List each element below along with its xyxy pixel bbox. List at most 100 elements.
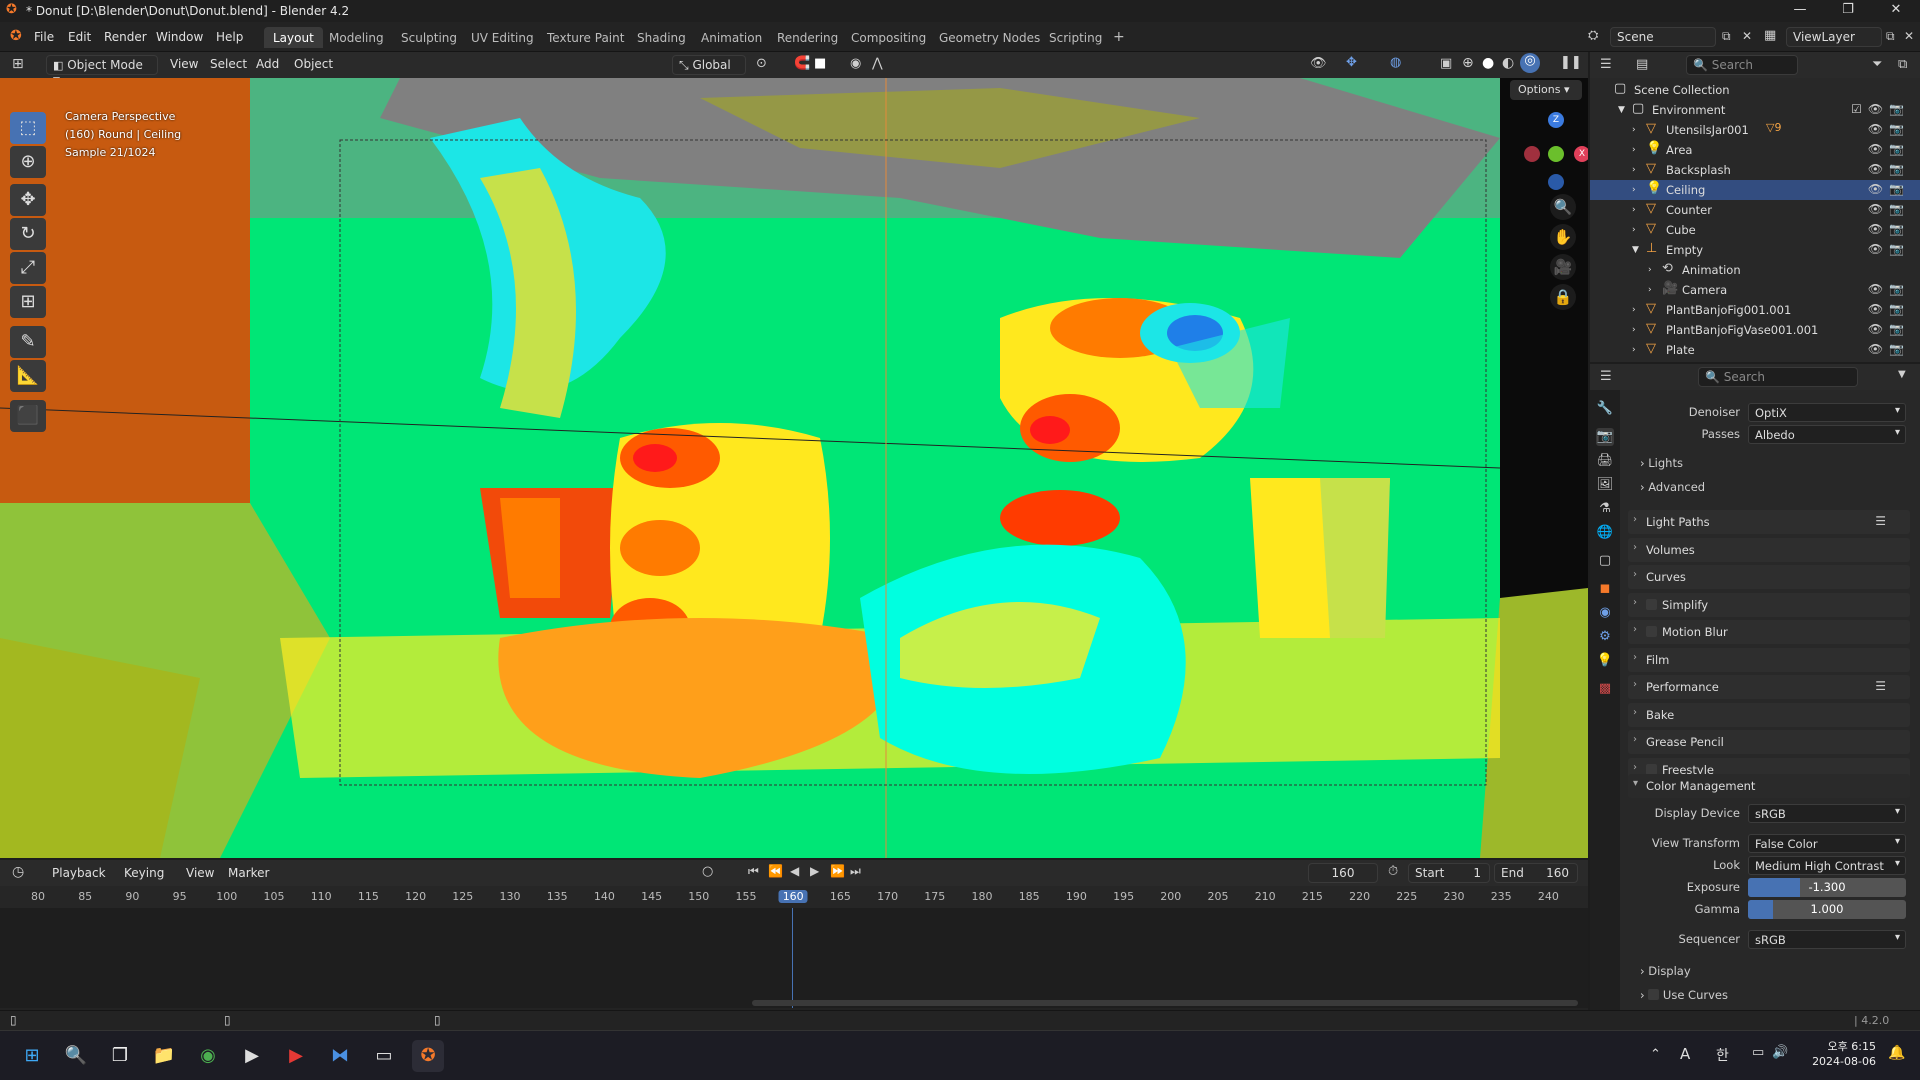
new-scene-icon[interactable]: ⧉ (1722, 29, 1731, 44)
gamma-slider[interactable]: 1.000 (1748, 900, 1906, 919)
add-workspace-button[interactable]: + (1104, 25, 1134, 46)
timeline-menu-marker[interactable]: Marker (228, 866, 269, 880)
shading-solid-icon[interactable]: ● (1482, 55, 1494, 71)
measure-tool[interactable]: 📐 (10, 360, 46, 392)
notification-bell-icon[interactable]: 🔔 (1888, 1045, 1905, 1061)
visibility-toggle-icons[interactable]: 👁📷 (1868, 182, 1910, 196)
outliner-item[interactable]: › ▽ Counter 👁📷 (1590, 200, 1920, 220)
korean-ime-indicator[interactable]: 한 (1716, 1045, 1729, 1065)
transform-orientation-dropdown[interactable]: ⤡ Global (672, 55, 746, 75)
section-curves[interactable]: › Curves (1628, 565, 1910, 589)
exposure-slider[interactable]: -1.300 (1748, 878, 1906, 897)
blender-taskbar-icon[interactable]: ✪ (412, 1040, 444, 1072)
chevron-right-icon[interactable]: › (1632, 145, 1636, 155)
frame-end-field[interactable]: End 160 (1494, 863, 1578, 883)
shading-material-icon[interactable]: ◐ (1502, 55, 1514, 71)
timeline-menu-view[interactable]: View (186, 866, 214, 880)
outliner-item[interactable]: › ▽ Plate 👁📷 (1590, 340, 1920, 360)
outliner-editor-type-icon[interactable]: ☰ (1600, 57, 1612, 72)
presets-list-icon[interactable]: ☰ (1875, 679, 1886, 693)
jump-keyframe-back-icon[interactable]: ⏪ (768, 864, 783, 878)
section-grease-pencil[interactable]: › Grease Pencil (1628, 730, 1910, 754)
visibility-toggle-icons[interactable]: 👁📷 (1868, 322, 1910, 336)
menu-edit[interactable]: Edit (68, 30, 91, 44)
frame-start-field[interactable]: Start 1 (1408, 863, 1490, 883)
section-motion-blur[interactable]: › Motion Blur (1628, 620, 1910, 644)
display-subpanel[interactable]: › Display (1640, 964, 1691, 978)
visibility-toggle-icons[interactable]: 👁📷 (1868, 222, 1910, 236)
move-tool[interactable]: ✥ (10, 184, 46, 216)
new-collection-icon[interactable]: ⧉ (1898, 57, 1907, 72)
remove-scene-icon[interactable]: ✕ (1742, 29, 1752, 43)
pan-hand-icon[interactable]: ✋ (1550, 224, 1576, 250)
chevron-right-icon[interactable]: › (1632, 185, 1636, 195)
cursor-tool[interactable]: ⊕ (10, 146, 46, 178)
outliner-item[interactable]: › ⟲ Animation (1590, 260, 1920, 280)
tab-layout[interactable]: Layout (264, 27, 323, 48)
media-player-icon[interactable]: ▶ (236, 1040, 268, 1072)
chevron-right-icon[interactable]: › (1648, 265, 1652, 275)
pivot-point-icon[interactable]: ⊙ (756, 56, 767, 71)
timeline-editor-type-icon[interactable]: ◷ (12, 864, 24, 880)
gizmo-y-axis[interactable] (1548, 146, 1564, 162)
outliner-search-input[interactable]: 🔍 Search (1686, 55, 1798, 75)
lock-icon[interactable]: 🔒 (1550, 284, 1576, 310)
camera-view-icon[interactable]: 🎥 (1550, 254, 1576, 280)
minimize-button[interactable]: — (1780, 2, 1820, 17)
use-curves-checkbox[interactable] (1648, 989, 1660, 1000)
xray-icon[interactable]: ▣ (1440, 56, 1452, 71)
chevron-right-icon[interactable]: › (1632, 165, 1636, 175)
overlay-toggle-icon[interactable]: ◍ (1390, 55, 1401, 70)
viewport-menu-select[interactable]: Select (210, 57, 247, 71)
volume-icon[interactable]: 🔊 (1772, 1045, 1788, 1060)
outliner-item[interactable]: › ▽ Cube 👁📷 (1590, 220, 1920, 240)
terminal-icon[interactable]: ▭ (368, 1040, 400, 1072)
chevron-down-icon[interactable]: ▼ (1618, 105, 1625, 115)
viewport-menu-object[interactable]: Object (294, 57, 333, 71)
3d-viewport[interactable]: ⬚ ⊕ ✥ ↻ ⤢ ⊞ ✎ 📐 ⬛ Camera Perspective (16… (0, 78, 1588, 858)
timeline-scrollbar[interactable] (752, 1000, 1578, 1006)
tab-shading[interactable]: Shading (628, 27, 695, 48)
shading-wireframe-icon[interactable]: ⊕ (1462, 55, 1474, 71)
section-checkbox[interactable] (1646, 763, 1657, 775)
menu-window[interactable]: Window (156, 30, 203, 44)
tray-chevron-up-icon[interactable]: ⌃ (1650, 1047, 1661, 1062)
chevron-right-icon[interactable]: › (1632, 205, 1636, 215)
outliner-collection-environment[interactable]: ▼ ▢ Environment ☑👁📷 (1590, 100, 1920, 120)
scene-selector[interactable]: Scene (1610, 27, 1716, 47)
viewlayer-selector[interactable]: ViewLayer (1786, 27, 1882, 47)
menu-render[interactable]: Render (104, 30, 147, 44)
remove-viewlayer-icon[interactable]: ✕ (1904, 29, 1914, 43)
section-simplify[interactable]: › Simplify (1628, 592, 1910, 617)
visibility-toggle-icons[interactable]: 👁📷 (1868, 142, 1910, 156)
menu-file[interactable]: File (34, 30, 54, 44)
windows-start-icon[interactable]: ⊞ (16, 1040, 48, 1072)
use-curves-subpanel[interactable]: › Use Curves (1640, 988, 1728, 1002)
collection-visibility-icons[interactable]: ☑👁📷 (1851, 102, 1910, 116)
chevron-right-icon[interactable]: › (1648, 285, 1652, 295)
outliner-item[interactable]: › 💡 Area 👁📷 (1590, 140, 1920, 160)
jump-start-icon[interactable]: ⏮ (748, 864, 759, 879)
rotate-tool[interactable]: ↻ (10, 218, 46, 250)
outliner-item[interactable]: › 🎥 Camera 👁📷 (1590, 280, 1920, 300)
snap-target-icon[interactable]: ■ (814, 56, 826, 71)
viewport-menu-view[interactable]: View (170, 57, 198, 71)
outliner-item[interactable]: ▼ ⊥ Empty 👁📷 (1590, 240, 1920, 260)
chevron-right-icon[interactable]: › (1632, 325, 1636, 335)
close-button[interactable]: ✕ (1876, 2, 1916, 17)
visibility-toggle-icons[interactable]: 👁📷 (1868, 162, 1910, 176)
visibility-toggle-icons[interactable]: 👁📷 (1868, 242, 1910, 256)
editor-type-icon[interactable]: ⊞ (12, 56, 24, 72)
timeline-menu-keying[interactable]: Keying (124, 866, 164, 880)
snap-icon[interactable]: 🧲 (794, 56, 810, 71)
play-reverse-icon[interactable]: ◀ (790, 864, 799, 878)
gizmo-x-axis[interactable]: X (1574, 146, 1588, 162)
outliner-item[interactable]: › ▽ PlantBanjoFigVase001.001 👁📷 (1590, 320, 1920, 340)
visibility-toggle-icons[interactable]: 👁📷 (1868, 342, 1910, 356)
clock-date[interactable]: 2024-08-06 (1810, 1055, 1876, 1068)
visibility-toggle-icons[interactable]: 👁📷 (1868, 122, 1910, 136)
outliner-root[interactable]: ▢ Scene Collection (1590, 80, 1920, 100)
add-cube-tool[interactable]: ⬛ (10, 400, 46, 432)
proportional-edit-icon[interactable]: ◉ (850, 56, 861, 71)
chrome-icon[interactable]: ◉ (192, 1040, 224, 1072)
